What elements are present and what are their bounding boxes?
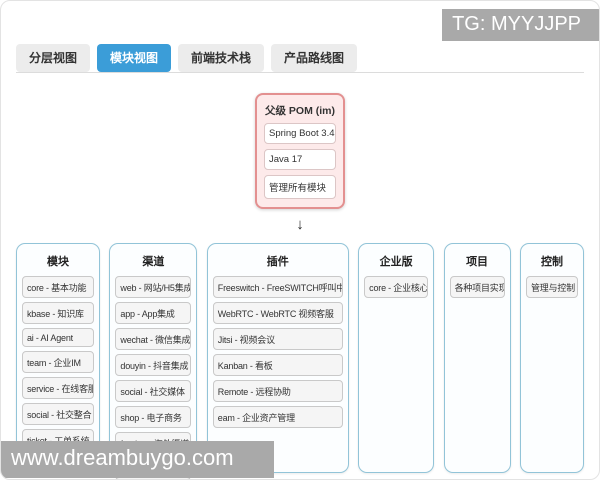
list-item: core - 基本功能 (22, 276, 94, 298)
columns-row: 模块 core - 基本功能 kbase - 知识库 ai - AI Agent… (16, 243, 584, 473)
list-item: team - 企业IM (22, 351, 94, 373)
column-plugins: 插件 Freeswitch - FreeSWITCH呼叫中心 WebRTC - … (207, 243, 349, 473)
column-control: 控制 管理与控制 (520, 243, 584, 473)
list-item: Jitsi - 视频会议 (213, 328, 343, 350)
list-item: social - 社交整合 (22, 403, 94, 425)
page: TG: MYYJJPP 分层视图 模块视图 前端技术栈 产品路线图 父级 POM… (0, 0, 600, 480)
parent-pom-title: 父级 POM (im) (264, 103, 336, 118)
list-item: shop - 电子商务 (115, 406, 191, 428)
column-title: 项目 (450, 253, 505, 269)
list-item: ai - AI Agent (22, 328, 94, 347)
list-item: Remote - 远程协助 (213, 380, 343, 402)
tab-module-view[interactable]: 模块视图 (97, 44, 171, 72)
list-item: web - 网站/H5集成 (115, 276, 191, 298)
list-item: douyin - 抖音集成 (115, 354, 191, 376)
list-item: eam - 企业资产管理 (213, 406, 343, 428)
watermark-top-right: TG: MYYJJPP (442, 9, 599, 41)
parent-pom-box: 父级 POM (im) Spring Boot 3.4.4 Java 17 管理… (255, 93, 345, 209)
column-title: 企业版 (364, 253, 428, 269)
list-item: Kanban - 看板 (213, 354, 343, 376)
list-item: 各种项目实现 (450, 276, 505, 298)
column-channels: 渠道 web - 网站/H5集成 app - App集成 wechat - 微信… (109, 243, 197, 473)
tab-product-roadmap[interactable]: 产品路线图 (271, 44, 357, 72)
column-title: 插件 (213, 253, 343, 269)
column-modules: 模块 core - 基本功能 kbase - 知识库 ai - AI Agent… (16, 243, 100, 473)
list-item: wechat - 微信集成 (115, 328, 191, 350)
column-projects: 项目 各种项目实现 (444, 243, 511, 473)
tab-frontend-stack[interactable]: 前端技术栈 (178, 44, 264, 72)
column-title: 渠道 (115, 253, 191, 269)
list-item: 管理与控制 (526, 276, 578, 298)
list-item: Freeswitch - FreeSWITCH呼叫中心 (213, 276, 343, 298)
list-item: core - 企业核心 (364, 276, 428, 298)
list-item: kbase - 知识库 (22, 302, 94, 324)
down-arrow-icon: ↓ (1, 216, 599, 234)
list-item: service - 在线客服 (22, 377, 94, 399)
column-title: 控制 (526, 253, 578, 269)
column-title: 模块 (22, 253, 94, 269)
pom-item-spring-boot: Spring Boot 3.4.4 (264, 123, 336, 144)
list-item: social - 社交媒体 (115, 380, 191, 402)
pom-item-manage-modules: 管理所有模块 (264, 175, 336, 199)
list-item: app - App集成 (115, 302, 191, 324)
tab-bar: 分层视图 模块视图 前端技术栈 产品路线图 (16, 44, 584, 73)
watermark-bottom-left: www.dreambuygo.com (1, 441, 274, 478)
column-enterprise: 企业版 core - 企业核心 (358, 243, 434, 473)
tab-layered-view[interactable]: 分层视图 (16, 44, 90, 72)
list-item: WebRTC - WebRTC 视频客服 (213, 302, 343, 324)
pom-item-java: Java 17 (264, 149, 336, 170)
